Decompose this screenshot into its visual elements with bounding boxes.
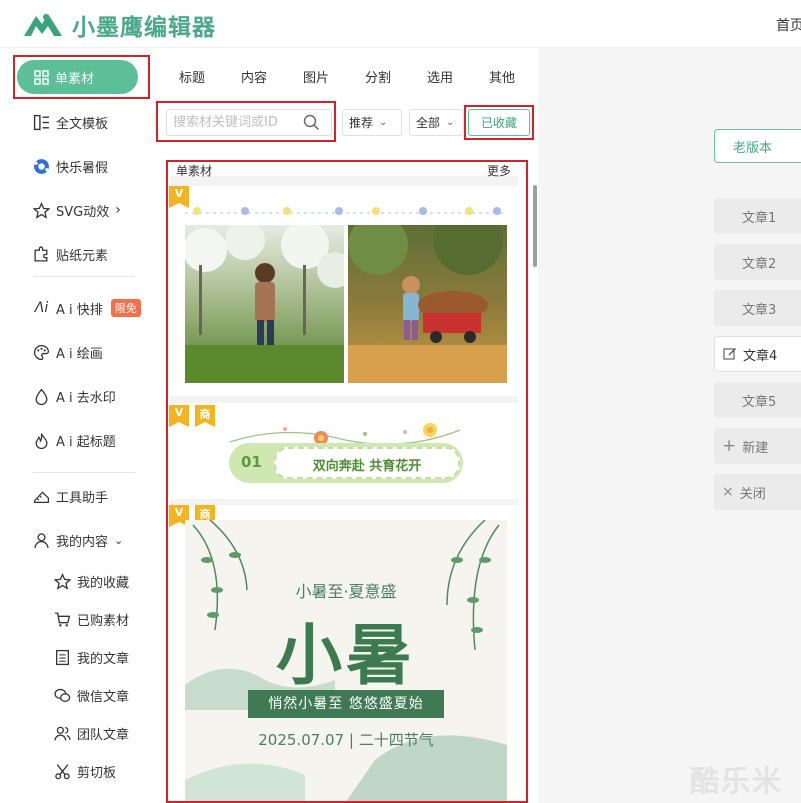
article-tab[interactable]: 文章5 <box>714 382 801 418</box>
close-article-label: 关闭 <box>739 486 766 502</box>
nav-item-ai-draw[interactable]: A i 绘画 <box>33 340 103 364</box>
new-article-button[interactable]: + 新建 <box>714 428 801 464</box>
grid-icon <box>34 69 49 85</box>
tab-content[interactable]: 内容 <box>241 67 267 86</box>
nav-label: A i 起标题 <box>56 434 116 450</box>
search-icon[interactable] <box>303 114 320 131</box>
nav-active-label: 单素材 <box>55 71 95 87</box>
close-icon: × <box>722 484 734 500</box>
user-icon <box>34 532 49 548</box>
nav-label: A i 绘画 <box>56 346 103 362</box>
scope-select-value: 全部 <box>416 116 441 130</box>
article-tab[interactable]: 文章3 <box>714 290 801 326</box>
nav-item-ai-dewatermark[interactable]: A i 去水印 <box>33 384 116 408</box>
nav-sub-wechat-articles[interactable]: 微信文章 <box>54 683 129 707</box>
nav-item-full-template[interactable]: 全文模板 <box>33 110 108 134</box>
puzzle-icon <box>34 246 48 262</box>
plus-icon: + <box>722 436 737 456</box>
nav-item-ai-title[interactable]: A i 起标题 <box>33 428 116 452</box>
logo-text[interactable]: 小墨鹰编辑器 <box>72 8 216 42</box>
nav-divider <box>33 472 135 473</box>
nav-sub-favorites[interactable]: 我的收藏 <box>54 569 129 593</box>
nav-label: A i 快排 <box>56 302 103 318</box>
chevron-down-icon: ⌄ <box>114 533 124 547</box>
nav-label: SVG动效 <box>56 204 110 220</box>
tab-other[interactable]: 其他 <box>489 67 515 86</box>
scope-select[interactable]: 全部 ⌄ <box>409 109 464 136</box>
nav-label: 贴纸元素 <box>56 248 109 264</box>
favorites-button[interactable]: 已收藏 <box>468 109 530 136</box>
article-tab-label: 文章1 <box>742 210 777 226</box>
nav-label: 全文模板 <box>56 116 109 132</box>
soccer-ball-icon <box>34 158 49 174</box>
nav-sub-clipboard[interactable]: 剪切板 <box>54 759 116 783</box>
sort-select-value: 推荐 <box>349 116 374 130</box>
drop-icon <box>35 388 48 405</box>
chevron-down-icon: ⌄ <box>379 117 388 128</box>
tab-image[interactable]: 图片 <box>303 67 329 86</box>
scissors-icon <box>55 763 70 779</box>
article-tab[interactable]: 文章2 <box>714 244 801 280</box>
nav-label: 微信文章 <box>77 689 130 705</box>
nav-label: 剪切板 <box>77 765 117 781</box>
nav-item-svg-animation[interactable]: SVG动效 › <box>33 198 121 222</box>
top-nav-home[interactable]: 首页 <box>776 15 801 35</box>
cart-icon <box>55 611 71 627</box>
nav-label: 快乐暑假 <box>56 160 109 176</box>
nav-item-single-material[interactable]: 单素材 <box>17 60 138 94</box>
nav-item-ai-layout[interactable]: Λi A i 快排 限免 <box>33 296 141 320</box>
highlight-frame <box>166 160 528 803</box>
tab-divider[interactable]: 分割 <box>365 67 391 86</box>
new-article-label: 新建 <box>742 440 769 456</box>
old-version-button[interactable]: 老版本 <box>714 129 801 163</box>
list-scrollbar[interactable] <box>533 185 537 267</box>
nav-label: 团队文章 <box>77 727 130 743</box>
nav-item-stickers[interactable]: 贴纸元素 <box>33 242 108 266</box>
tab-selection[interactable]: 选用 <box>427 67 453 86</box>
free-badge: 限免 <box>110 299 141 317</box>
eagle-logo-icon <box>24 14 62 36</box>
nav-sub-purchased[interactable]: 已购素材 <box>54 607 129 631</box>
editor-screen: 小墨鹰编辑器 首页 单素材 全文模板 快乐暑假 SVG动效 › 贴纸元素 Λi … <box>0 0 801 803</box>
top-bar: 小墨鹰编辑器 首页 <box>0 0 801 48</box>
nav-sub-team-articles[interactable]: 团队文章 <box>54 721 129 745</box>
article-tab-label: 文章5 <box>742 394 777 410</box>
wechat-icon <box>54 688 71 702</box>
star-icon <box>33 201 50 219</box>
sort-select[interactable]: 推荐 ⌄ <box>342 109 402 136</box>
tab-title[interactable]: 标题 <box>179 67 205 86</box>
close-article-button[interactable]: × 关闭 <box>714 474 801 510</box>
edit-icon <box>723 348 736 360</box>
nav-label: 已购素材 <box>77 613 130 629</box>
search-box <box>166 109 332 136</box>
watermark: 酷乐米 <box>690 764 784 798</box>
nav-label: A i 去水印 <box>56 390 116 406</box>
article-tab-label: 文章4 <box>743 348 778 364</box>
chevron-down-icon: ⌄ <box>446 117 455 128</box>
article-tab-active[interactable]: 文章4 <box>714 336 801 372</box>
search-input[interactable] <box>173 115 303 130</box>
nav-divider <box>33 276 135 277</box>
layout-icon <box>33 114 49 130</box>
flame-icon <box>35 432 48 449</box>
nav-label: 我的内容 <box>56 534 109 550</box>
star-outline-icon <box>54 572 71 590</box>
article-tab-label: 文章3 <box>742 302 777 318</box>
nav-label: 工具助手 <box>56 490 109 506</box>
nav-sub-my-articles[interactable]: 我的文章 <box>54 645 129 669</box>
article-tab[interactable]: 文章1 <box>714 198 801 234</box>
team-icon <box>54 726 71 741</box>
document-icon <box>56 649 69 665</box>
ruler-icon <box>33 490 50 503</box>
nav-item-my-content[interactable]: 我的内容 ⌄ <box>33 528 123 552</box>
ai-icon: Λi <box>34 300 49 316</box>
nav-label: 我的收藏 <box>77 575 130 591</box>
nav-item-summer[interactable]: 快乐暑假 <box>33 154 108 178</box>
nav-label: 我的文章 <box>77 651 130 667</box>
chevron-right-icon: › <box>115 202 121 218</box>
article-tab-label: 文章2 <box>742 256 777 272</box>
palette-icon <box>33 344 50 360</box>
nav-item-tools[interactable]: 工具助手 <box>33 484 108 508</box>
